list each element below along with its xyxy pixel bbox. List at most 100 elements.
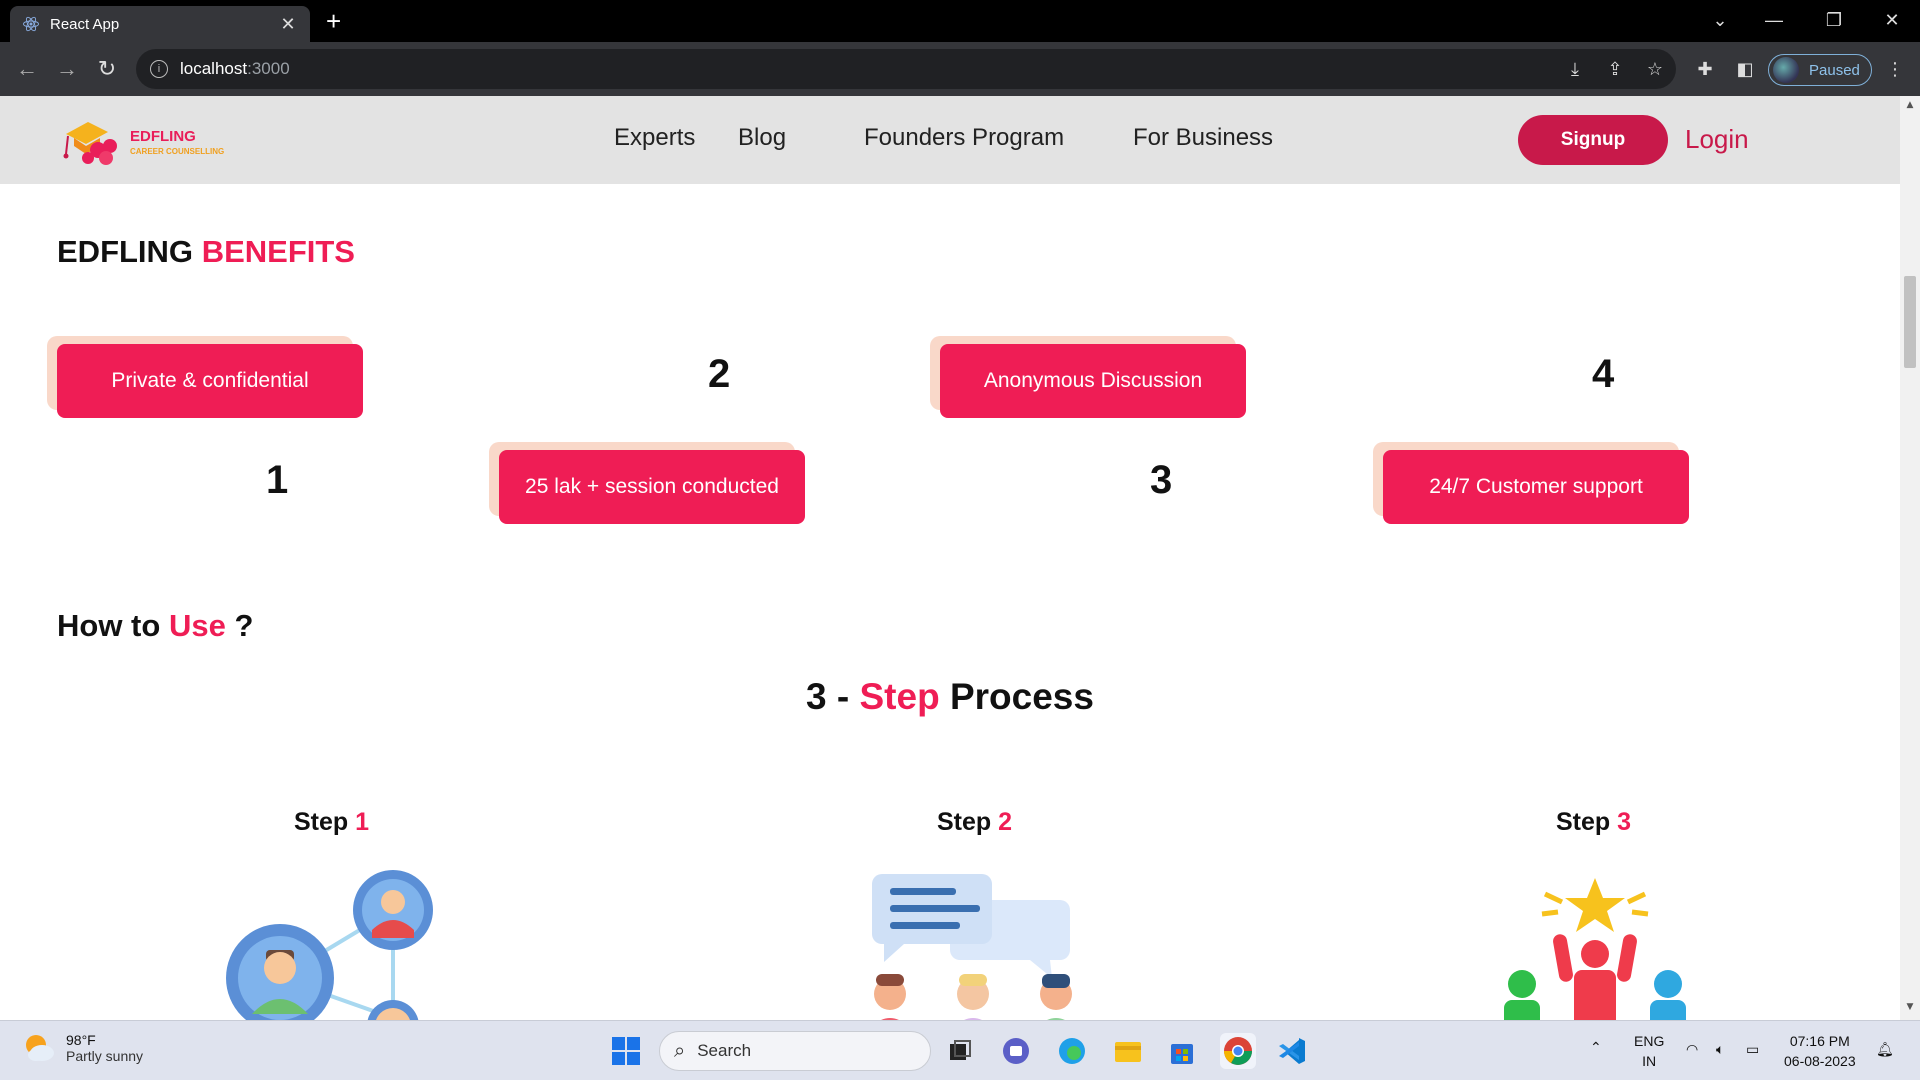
nav-link-for-business[interactable]: For Business — [1133, 124, 1273, 152]
install-app-icon[interactable]: ⤓ — [1562, 56, 1588, 82]
achievement-illustration — [1504, 878, 1686, 1020]
logo-tagline: CAREER COUNSELLING — [130, 147, 225, 156]
step-number: 3 — [1617, 808, 1632, 836]
vscode-icon[interactable] — [1274, 1033, 1310, 1069]
benefits-heading: EDFLING BENEFITS — [57, 234, 355, 270]
step-number: 2 — [998, 808, 1013, 836]
language-indicator[interactable]: ENG IN — [1634, 1031, 1664, 1071]
site-logo[interactable]: EDFLING CAREER COUNSELLING — [60, 114, 270, 170]
logo-name: EDFLING — [130, 128, 196, 145]
step-3-label: Step 3 — [1556, 808, 1631, 837]
forward-arrow-icon[interactable]: → — [52, 54, 82, 84]
step-word: Step — [937, 808, 992, 836]
teams-chat-icon[interactable] — [998, 1033, 1034, 1069]
browser-tab-bar: React App ✕ + ⌄ — ❐ ✕ — [0, 0, 1920, 42]
login-link[interactable]: Login — [1685, 124, 1749, 155]
close-window-button[interactable]: ✕ — [1864, 0, 1920, 40]
step-1-label: Step 1 — [294, 808, 369, 837]
benefit-card-sessions: 25 lak + session conducted — [489, 442, 805, 524]
how-to-use-accent: Use — [168, 608, 226, 643]
site-navbar: EDFLING CAREER COUNSELLING Experts Blog … — [0, 96, 1900, 184]
people-network-illustration — [226, 870, 433, 1020]
url-port: :3000 — [247, 59, 290, 78]
tab-title: React App — [50, 15, 120, 33]
benefit-number: 1 — [266, 458, 289, 502]
step-word: Step — [294, 808, 349, 836]
benefit-card-label: Private & confidential — [57, 344, 363, 418]
show-hidden-icons-chevron-icon[interactable]: ⌃ — [1590, 1037, 1602, 1057]
site-info-icon[interactable]: i — [150, 60, 168, 78]
task-view-icon[interactable] — [942, 1033, 978, 1069]
signup-button[interactable]: Signup — [1518, 115, 1668, 165]
benefit-card-support: 24/7 Customer support — [1373, 442, 1689, 524]
tab-search-chevron-icon[interactable]: ⌄ — [1692, 0, 1748, 40]
process-heading: 3 - Step Process — [0, 676, 1900, 718]
step-number: 1 — [355, 808, 370, 836]
benefit-card-label: 25 lak + session conducted — [499, 450, 805, 524]
scroll-up-icon[interactable]: ▲ — [1904, 100, 1916, 112]
profile-button[interactable]: Paused — [1768, 54, 1872, 86]
language-code: ENG — [1634, 1033, 1665, 1049]
benefit-number: 3 — [1150, 458, 1173, 502]
clock-time: 07:16 PM — [1789, 1033, 1850, 1049]
process-accent: Step — [859, 676, 940, 717]
clock-date: 06-08-2023 — [1784, 1053, 1856, 1069]
file-explorer-icon[interactable] — [1110, 1033, 1146, 1069]
share-icon[interactable]: ⇪ — [1602, 56, 1628, 82]
os-taskbar: 98°F Partly sunny ⌕ Search ⌃ ENG IN ◠ 🔈︎ — [0, 1020, 1920, 1080]
address-bar[interactable]: i localhost:3000 — [136, 49, 1676, 89]
avatar — [1773, 57, 1799, 83]
weather-temp: 98°F — [66, 1032, 96, 1048]
benefit-number: 2 — [708, 352, 731, 396]
how-to-use-main: How to — [57, 608, 161, 643]
step-word: Step — [1556, 808, 1611, 836]
wifi-icon[interactable]: ◠ — [1686, 1039, 1698, 1059]
weather-widget[interactable]: 98°F Partly sunny — [22, 1031, 143, 1065]
nav-link-experts[interactable]: Experts — [614, 124, 695, 152]
microsoft-store-icon[interactable] — [1164, 1033, 1200, 1069]
notification-bell-icon[interactable]: 🔔︎ — [1876, 1039, 1894, 1059]
more-menu-icon[interactable]: ⋮ — [1882, 56, 1908, 82]
back-arrow-icon[interactable]: ← — [12, 54, 42, 84]
scroll-down-icon[interactable]: ▼ — [1904, 1002, 1916, 1014]
benefit-number: 4 — [1592, 352, 1615, 396]
benefit-card-label: Anonymous Discussion — [940, 344, 1246, 418]
scrollbar-thumb[interactable] — [1904, 276, 1916, 368]
volume-icon[interactable]: 🔈︎ — [1716, 1039, 1724, 1059]
restore-button[interactable]: ❐ — [1806, 0, 1862, 40]
benefit-card-anonymous: Anonymous Discussion — [930, 336, 1246, 418]
search-icon: ⌕ — [674, 1039, 686, 1062]
new-tab-button[interactable]: + — [326, 8, 341, 34]
clock[interactable]: 07:16 PM 06-08-2023 — [1784, 1031, 1856, 1071]
page-scrollbar[interactable]: ▲ ▼ — [1900, 96, 1920, 1020]
step-2-label: Step 2 — [937, 808, 1012, 837]
nav-link-blog[interactable]: Blog — [738, 124, 786, 152]
minimize-button[interactable]: — — [1746, 0, 1802, 40]
benefit-card-private: Private & confidential — [47, 336, 363, 418]
url-host: localhost — [180, 59, 248, 78]
chrome-browser-icon[interactable] — [1220, 1033, 1256, 1069]
windows-start-icon[interactable] — [608, 1033, 644, 1069]
page-viewport: EDFLING CAREER COUNSELLING Experts Blog … — [0, 96, 1900, 1020]
reload-icon[interactable]: ↻ — [92, 54, 122, 84]
edge-browser-icon[interactable] — [1054, 1033, 1090, 1069]
graduation-cap-logo-icon — [63, 122, 117, 165]
taskbar-search-label: Search — [697, 1041, 752, 1060]
region-code: IN — [1642, 1053, 1657, 1069]
taskbar-search[interactable]: ⌕ Search — [659, 1031, 931, 1071]
profile-status: Paused — [1809, 61, 1860, 79]
process-post: Process — [949, 676, 1094, 717]
partly-sunny-icon — [26, 1035, 54, 1061]
nav-link-founders-program[interactable]: Founders Program — [864, 124, 1064, 152]
benefits-heading-accent: BENEFITS — [201, 234, 355, 269]
process-pre: 3 - — [806, 676, 850, 717]
extensions-puzzle-icon[interactable]: ✚ — [1692, 56, 1718, 82]
close-tab-icon[interactable]: ✕ — [278, 14, 298, 35]
react-icon — [23, 16, 39, 32]
side-panel-icon[interactable]: ◧ — [1732, 56, 1758, 82]
benefits-heading-main: EDFLING — [57, 234, 194, 269]
browser-tab[interactable]: React App ✕ — [10, 6, 310, 42]
battery-icon[interactable]: ▭ — [1746, 1039, 1759, 1059]
bookmark-star-icon[interactable]: ☆ — [1642, 56, 1668, 82]
browser-toolbar: ← → ↻ i localhost:3000 ⤓ ⇪ ☆ ✚ ◧ Paused … — [0, 42, 1920, 96]
